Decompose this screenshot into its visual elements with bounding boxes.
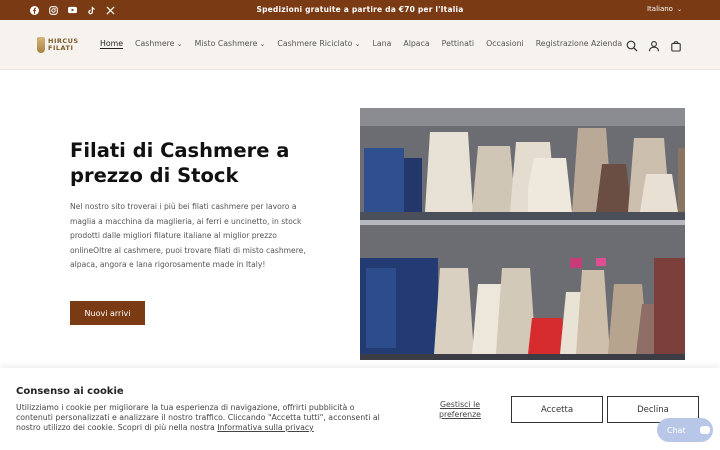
logo-line2: FILATI bbox=[48, 44, 74, 52]
manage-preferences-link[interactable]: Gestisci le preferenze bbox=[430, 400, 490, 420]
social-links bbox=[30, 0, 115, 20]
nav-cashmere-riciclato[interactable]: Cashmere Riciclato bbox=[277, 39, 360, 48]
cart-icon[interactable] bbox=[670, 37, 682, 52]
cookie-banner: Consenso ai cookie Utilizziamo i cookie … bbox=[0, 368, 720, 450]
chat-button[interactable]: Chat bbox=[657, 418, 713, 442]
site-header: HIRCUS FILATI Home Cashmere Misto Cashme… bbox=[0, 20, 720, 70]
hero-image bbox=[360, 108, 685, 360]
language-label: Italiano bbox=[646, 5, 673, 13]
privacy-policy-link[interactable]: Informativa sulla privacy bbox=[217, 423, 314, 432]
nav-alpaca[interactable]: Alpaca bbox=[403, 39, 429, 48]
main-nav: Home Cashmere Misto Cashmere Cashmere Ri… bbox=[100, 39, 622, 48]
nav-cashmere[interactable]: Cashmere bbox=[135, 39, 183, 48]
nav-pettinati[interactable]: Pettinati bbox=[442, 39, 474, 48]
search-icon[interactable] bbox=[626, 37, 638, 52]
new-arrivals-button[interactable]: Nuovi arrivi bbox=[70, 301, 145, 325]
cookie-text: Utilizziamo i cookie per migliorare la t… bbox=[16, 403, 386, 433]
account-icon[interactable] bbox=[648, 37, 660, 52]
hero-title: Filati di Cashmere a prezzo di Stock bbox=[70, 139, 290, 187]
cookie-body: Utilizziamo i cookie per migliorare la t… bbox=[16, 403, 380, 432]
cookie-title: Consenso ai cookie bbox=[16, 386, 124, 397]
x-icon[interactable] bbox=[106, 5, 115, 15]
youtube-icon[interactable] bbox=[68, 6, 77, 15]
instagram-icon[interactable] bbox=[49, 5, 58, 15]
announcement-bar: Spedizioni gratuite a partire da €70 per… bbox=[0, 0, 720, 20]
accept-button[interactable]: Accetta bbox=[511, 396, 603, 423]
nav-lana[interactable]: Lana bbox=[373, 39, 392, 48]
tiktok-icon[interactable] bbox=[87, 6, 96, 15]
facebook-icon[interactable] bbox=[30, 5, 39, 15]
chat-bubble-icon bbox=[699, 426, 710, 434]
header-icons bbox=[626, 37, 682, 52]
logo[interactable]: HIRCUS FILATI bbox=[37, 37, 79, 53]
chevron-down-icon: ⌄ bbox=[676, 6, 682, 13]
logo-mark bbox=[37, 37, 45, 53]
nav-occasioni[interactable]: Occasioni bbox=[486, 39, 524, 48]
nav-misto-cashmere[interactable]: Misto Cashmere bbox=[195, 39, 266, 48]
chat-label: Chat bbox=[667, 425, 686, 435]
language-selector[interactable]: Italiano ⌄ bbox=[647, 5, 682, 13]
hero-description: Nel nostro sito troverai i più bei filat… bbox=[70, 202, 306, 270]
nav-home[interactable]: Home bbox=[100, 39, 123, 48]
nav-registrazione-azienda[interactable]: Registrazione Azienda bbox=[536, 39, 622, 48]
